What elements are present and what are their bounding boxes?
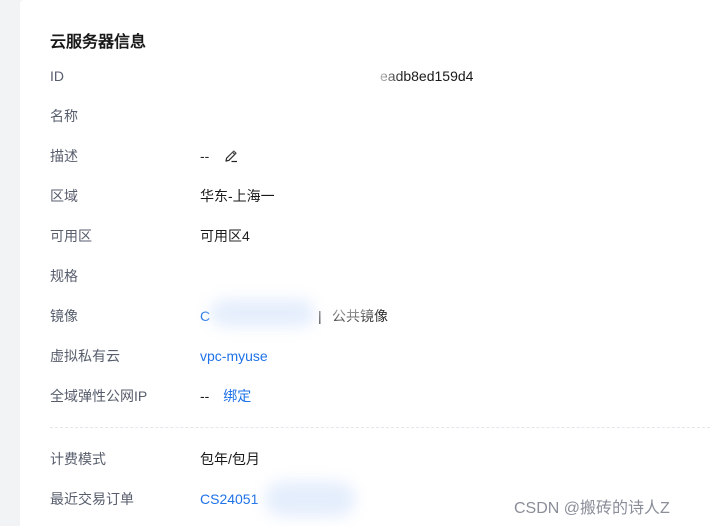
eip-label: 全域弹性公网IP xyxy=(50,388,148,404)
az-label: 可用区 xyxy=(50,228,92,244)
spec-label: 规格 xyxy=(50,268,78,284)
description-value: -- xyxy=(200,146,239,166)
billing-label: 计费模式 xyxy=(50,451,106,467)
az-value: 可用区4 xyxy=(200,228,250,244)
eip-text: -- xyxy=(200,388,210,404)
redaction-blur xyxy=(185,90,365,145)
region-label: 区域 xyxy=(50,188,78,204)
vpc-link[interactable]: vpc-myuse xyxy=(200,346,268,366)
bind-eip-link[interactable]: 绑定 xyxy=(223,388,251,404)
order-link[interactable]: CS24051 xyxy=(200,489,258,509)
description-label: 描述 xyxy=(50,148,78,164)
image-link[interactable]: C xyxy=(200,306,210,326)
redaction-blur xyxy=(265,482,355,516)
description-text: -- xyxy=(200,148,210,164)
watermark: CSDN @搬砖的诗人Z xyxy=(514,500,670,517)
redaction-blur xyxy=(320,292,375,314)
redaction-blur xyxy=(210,300,315,326)
vpc-label: 虚拟私有云 xyxy=(50,348,120,364)
section-title: 云服务器信息 xyxy=(50,34,147,51)
billing-value: 包年/包月 xyxy=(200,451,260,467)
order-label: 最近交易订单 xyxy=(50,491,134,507)
server-info-card: 云服务器信息 ID eadb8ed159d4 名称 描述 -- 区域 华东-上海… xyxy=(20,0,712,526)
image-label: 镜像 xyxy=(50,308,78,324)
redaction-blur xyxy=(185,255,345,295)
id-label: ID xyxy=(50,68,64,84)
name-label: 名称 xyxy=(50,108,78,124)
id-value: eadb8ed159d4 xyxy=(380,68,474,84)
eip-value: -- 绑定 xyxy=(200,386,251,406)
region-value: 华东-上海一 xyxy=(200,188,275,204)
section-divider xyxy=(50,427,712,428)
pencil-icon[interactable] xyxy=(223,148,239,164)
